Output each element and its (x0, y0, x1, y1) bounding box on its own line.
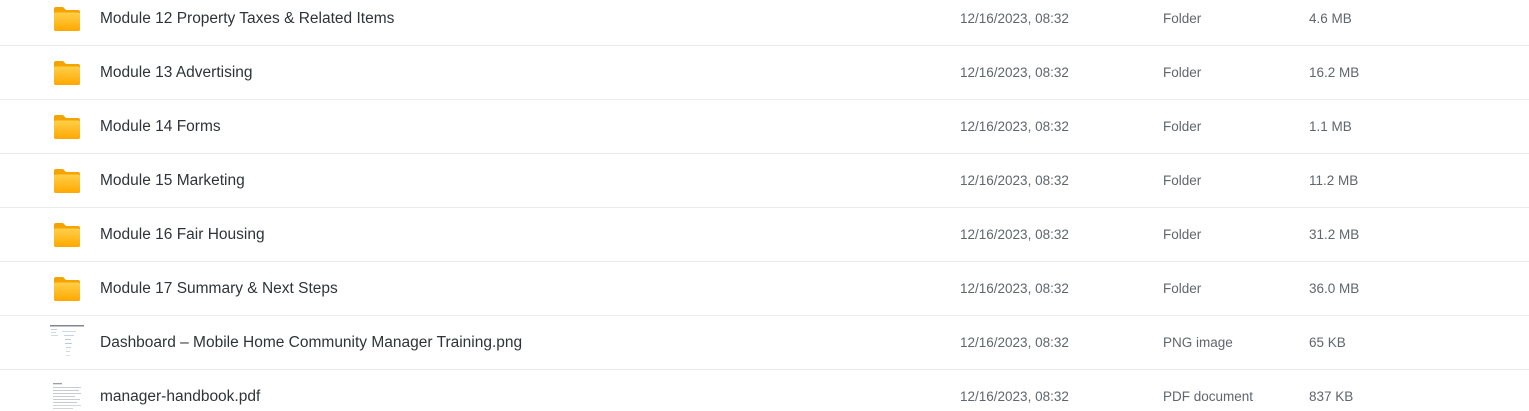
file-kind: PDF document (1163, 389, 1254, 404)
file-row[interactable]: Module 15 Marketing 12/16/2023, 08:32 Fo… (0, 154, 1529, 208)
folder-icon (50, 100, 84, 154)
file-size: 16.2 MB (1309, 65, 1360, 80)
file-modified-date: 12/16/2023, 08:32 (960, 281, 1069, 296)
folder-icon (50, 46, 84, 100)
folder-icon (50, 262, 84, 316)
file-size: 36.0 MB (1309, 281, 1360, 296)
file-kind: Folder (1163, 173, 1202, 188)
file-kind: Folder (1163, 65, 1202, 80)
pdf-thumbnail-icon (50, 370, 84, 411)
file-row[interactable]: Module 17 Summary & Next Steps 12/16/202… (0, 262, 1529, 316)
file-modified-date: 12/16/2023, 08:32 (960, 335, 1069, 350)
folder-icon (50, 154, 84, 208)
file-kind: Folder (1163, 227, 1202, 242)
file-row[interactable]: Dashboard – Mobile Home Community Manage… (0, 316, 1529, 370)
file-modified-date: 12/16/2023, 08:32 (960, 227, 1069, 242)
file-modified-date: 12/16/2023, 08:32 (960, 65, 1069, 80)
file-kind: Folder (1163, 11, 1202, 26)
file-size: 31.2 MB (1309, 227, 1360, 242)
file-modified-date: 12/16/2023, 08:32 (960, 389, 1069, 404)
image-thumbnail-icon (50, 316, 84, 370)
file-name: Module 15 Marketing (100, 172, 245, 189)
file-size: 11.2 MB (1309, 173, 1359, 188)
file-list: Module 12 Property Taxes & Related Items… (0, 0, 1529, 411)
file-name: Module 13 Advertising (100, 64, 253, 81)
file-size: 4.6 MB (1309, 11, 1352, 26)
file-modified-date: 12/16/2023, 08:32 (960, 11, 1069, 26)
file-modified-date: 12/16/2023, 08:32 (960, 173, 1069, 188)
file-row[interactable]: Module 12 Property Taxes & Related Items… (0, 0, 1529, 46)
file-name: Dashboard – Mobile Home Community Manage… (100, 334, 523, 351)
folder-icon (50, 0, 84, 46)
folder-icon (50, 208, 84, 262)
file-row[interactable]: Module 13 Advertising 12/16/2023, 08:32 … (0, 46, 1529, 100)
file-size: 837 KB (1309, 389, 1354, 404)
file-modified-date: 12/16/2023, 08:32 (960, 119, 1069, 134)
file-row[interactable]: Module 16 Fair Housing 12/16/2023, 08:32… (0, 208, 1529, 262)
file-name: Module 17 Summary & Next Steps (100, 280, 338, 297)
file-row[interactable]: manager-handbook.pdf 12/16/2023, 08:32 P… (0, 370, 1529, 411)
file-row[interactable]: Module 14 Forms 12/16/2023, 08:32 Folder… (0, 100, 1529, 154)
file-size: 65 KB (1309, 335, 1346, 350)
file-kind: Folder (1163, 281, 1202, 296)
file-name: Module 14 Forms (100, 118, 221, 135)
file-name: Module 12 Property Taxes & Related Items (100, 10, 395, 27)
file-size: 1.1 MB (1309, 119, 1352, 134)
file-kind: Folder (1163, 119, 1202, 134)
file-kind: PNG image (1163, 335, 1233, 350)
file-name: manager-handbook.pdf (100, 388, 261, 405)
file-name: Module 16 Fair Housing (100, 226, 265, 243)
